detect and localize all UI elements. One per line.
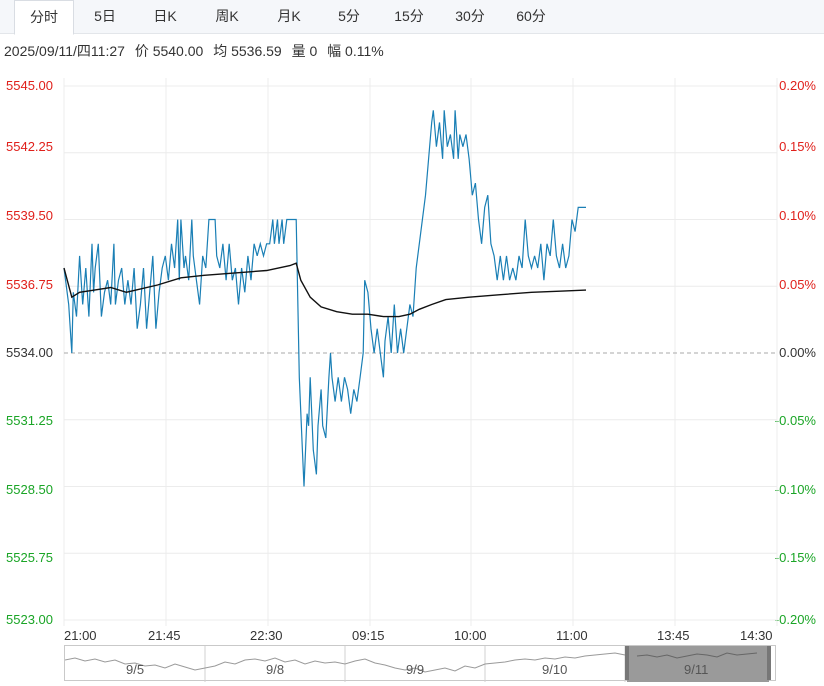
x-tick-label: 21:00 [64,628,97,643]
navigator-right-handle[interactable] [767,646,771,680]
x-tick-label: 11:00 [556,628,588,643]
x-tick-label: 22:30 [250,628,283,643]
x-tick-label: 14:30 [740,628,773,643]
navigator-date-label: 9/8 [266,662,285,677]
x-tick-label: 13:45 [657,628,690,643]
navigator-date-label: 9/5 [126,662,145,677]
x-tick-label: 21:45 [148,628,181,643]
x-tick-label: 09:15 [352,628,385,643]
x-tick-label: 10:00 [454,628,487,643]
navigator-date-label: 9/9 [406,662,425,677]
price-series-line [63,110,586,487]
navigator-date-label: 9/10 [542,662,568,677]
navigator-left-handle[interactable] [625,646,629,680]
average-series-line [63,262,587,318]
navigator-date-label: 9/11 [684,662,709,677]
intraday-chart[interactable] [0,0,824,686]
chart-grid [63,78,778,626]
